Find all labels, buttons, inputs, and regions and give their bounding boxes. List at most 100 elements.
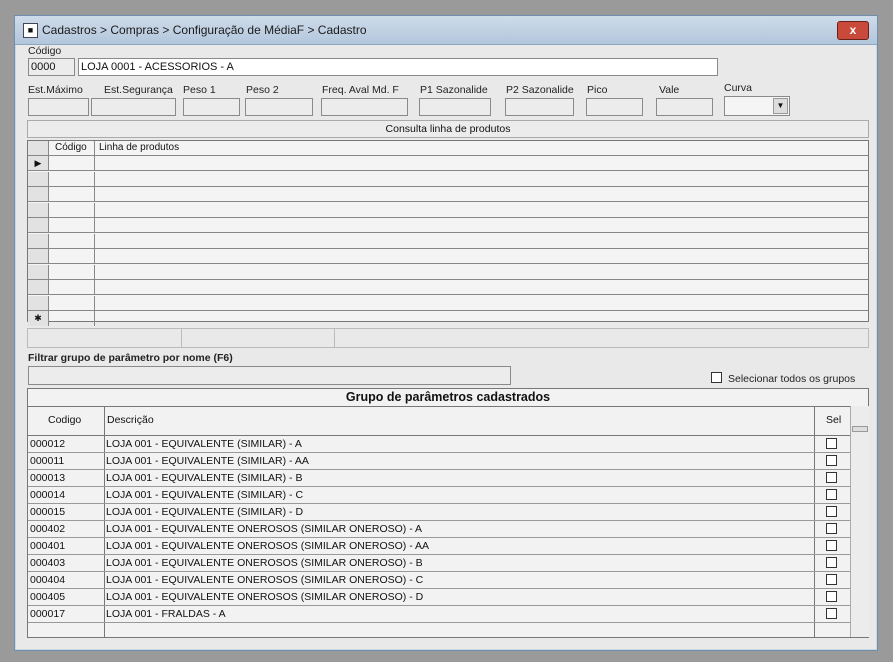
table-row[interactable] — [28, 233, 868, 249]
status-panel-2 — [181, 329, 335, 347]
select-all-checkbox[interactable] — [711, 372, 722, 383]
row-selector[interactable] — [28, 187, 49, 201]
row-select-checkbox[interactable] — [826, 540, 837, 551]
pico-field[interactable] — [586, 98, 643, 116]
cell-codigo[interactable] — [49, 171, 95, 186]
table-row[interactable]: 000015 LOJA 001 - EQUIVALENTE (SIMILAR) -… — [28, 504, 850, 521]
cell-codigo: 000011 — [30, 455, 65, 467]
peso1-field[interactable] — [183, 98, 240, 116]
row-selector[interactable] — [28, 202, 49, 217]
status-bar — [27, 328, 869, 348]
table-row[interactable]: 000013 LOJA 001 - EQUIVALENTE (SIMILAR) -… — [28, 470, 850, 487]
cell-descricao: LOJA 001 - EQUIVALENTE ONEROSOS (SIMILAR… — [106, 574, 424, 586]
cell-descricao: LOJA 001 - EQUIVALENTE (SIMILAR) - C — [106, 489, 304, 501]
table-row[interactable] — [28, 249, 868, 264]
cell-codigo[interactable] — [49, 202, 95, 217]
cell-codigo: 000402 — [30, 523, 66, 535]
cell-codigo: 000012 — [30, 438, 66, 450]
row-select-checkbox[interactable] — [826, 557, 837, 568]
descricao-field[interactable]: LOJA 0001 - ACESSORIOS - A — [78, 58, 718, 76]
row-select-checkbox[interactable] — [826, 472, 837, 483]
cell-codigo[interactable] — [49, 264, 95, 279]
freq-aval-label: Freq. Aval Md. F — [322, 84, 399, 96]
table-row[interactable] — [28, 202, 868, 218]
table-row[interactable]: ▶ — [28, 156, 868, 171]
row-select-checkbox[interactable] — [826, 523, 837, 534]
cell-codigo: 000013 — [30, 472, 66, 484]
linha-produtos-header: Consulta linha de produtos — [27, 120, 869, 138]
row-selector[interactable] — [28, 218, 49, 232]
row-select-checkbox[interactable] — [826, 455, 837, 466]
freq-aval-field[interactable] — [321, 98, 408, 116]
col-codigo-header[interactable]: Codigo — [48, 414, 81, 426]
curva-select[interactable]: ▼ — [724, 96, 790, 116]
table-row[interactable]: 000017 LOJA 001 - FRALDAS - A — [28, 606, 850, 623]
row-select-checkbox[interactable] — [826, 608, 837, 619]
col-sel-header[interactable]: Sel — [826, 414, 841, 426]
vale-field[interactable] — [656, 98, 713, 116]
row-select-checkbox[interactable] — [826, 591, 837, 602]
vertical-scrollbar[interactable] — [850, 406, 869, 637]
row-selector[interactable] — [28, 249, 49, 263]
row-selector-header — [28, 141, 49, 155]
table-row[interactable] — [28, 280, 868, 295]
col-descricao-header[interactable]: Descrição — [107, 414, 154, 426]
new-record-row[interactable]: ✱ — [28, 311, 868, 326]
cell-codigo: 000403 — [30, 557, 66, 569]
cell-descricao: LOJA 001 - EQUIVALENTE ONEROSOS (SIMILAR… — [106, 557, 423, 569]
filtro-input[interactable] — [28, 366, 511, 385]
est-maximo-field[interactable] — [28, 98, 89, 116]
table-row[interactable]: 000404 LOJA 001 - EQUIVALENTE ONEROSOS (S… — [28, 572, 850, 589]
est-seguranca-field[interactable] — [91, 98, 176, 116]
close-button[interactable]: x — [837, 21, 869, 40]
scrollbar-thumb[interactable] — [852, 426, 868, 432]
cell-codigo[interactable] — [49, 187, 95, 201]
peso2-field[interactable] — [245, 98, 313, 116]
select-all-label: Selecionar todos os grupos — [728, 373, 856, 385]
row-select-checkbox[interactable] — [826, 438, 837, 449]
cell-codigo[interactable] — [49, 218, 95, 232]
table-row[interactable]: 000011 LOJA 001 - EQUIVALENTE (SIMILAR) -… — [28, 453, 850, 470]
table-row[interactable] — [28, 264, 868, 280]
table-row[interactable]: 000405 LOJA 001 - EQUIVALENTE ONEROSOS (S… — [28, 589, 850, 606]
cell-codigo[interactable] — [49, 156, 95, 170]
row-select-checkbox[interactable] — [826, 506, 837, 517]
table-row[interactable]: 000014 LOJA 001 - EQUIVALENTE (SIMILAR) -… — [28, 487, 850, 504]
chevron-down-icon[interactable]: ▼ — [773, 98, 788, 114]
cell-codigo: 000401 — [30, 540, 66, 552]
cell-codigo[interactable] — [49, 280, 95, 294]
current-row-indicator[interactable]: ▶ — [28, 156, 49, 170]
table-row[interactable]: 000402 LOJA 001 - EQUIVALENTE ONEROSOS (S… — [28, 521, 850, 538]
row-selector[interactable] — [28, 171, 49, 186]
row-select-checkbox[interactable] — [826, 489, 837, 500]
cell-codigo[interactable] — [49, 311, 95, 326]
p2-sazonalide-field[interactable] — [505, 98, 574, 116]
p1-sazonalide-field[interactable] — [419, 98, 491, 116]
col-linha-header[interactable]: Linha de produtos — [99, 141, 179, 155]
curva-label: Curva — [724, 82, 753, 94]
linha-produtos-grid[interactable]: Código Linha de produtos ▶ ✱ — [27, 140, 869, 326]
col-codigo-header[interactable]: Código — [49, 141, 95, 155]
table-row[interactable]: 000401 LOJA 001 - EQUIVALENTE ONEROSOS (S… — [28, 538, 850, 555]
table-row[interactable] — [28, 295, 868, 311]
row-selector[interactable] — [28, 280, 49, 294]
row-selector[interactable] — [28, 264, 49, 279]
cell-descricao: LOJA 001 - EQUIVALENTE (SIMILAR) - B — [106, 472, 303, 484]
codigo-field[interactable]: 0000 — [28, 58, 75, 76]
cell-codigo[interactable] — [49, 233, 95, 248]
row-select-checkbox[interactable] — [826, 574, 837, 585]
p1-sazonalide-label: P1 Sazonalide — [420, 84, 488, 96]
grupos-grid[interactable]: Grupo de parâmetros cadastrados Codigo D… — [27, 388, 869, 638]
cell-codigo[interactable] — [49, 249, 95, 263]
cell-descricao: LOJA 001 - FRALDAS - A — [106, 608, 226, 620]
table-row[interactable] — [28, 187, 868, 202]
row-selector[interactable] — [28, 233, 49, 248]
cell-descricao: LOJA 001 - EQUIVALENTE (SIMILAR) - AA — [106, 455, 309, 467]
cell-codigo[interactable] — [49, 295, 95, 310]
table-row[interactable]: 000012 LOJA 001 - EQUIVALENTE (SIMILAR) -… — [28, 436, 850, 453]
new-record-icon[interactable]: ✱ — [28, 311, 49, 326]
table-row[interactable] — [28, 171, 868, 187]
table-row[interactable]: 000403 LOJA 001 - EQUIVALENTE ONEROSOS (S… — [28, 555, 850, 572]
row-selector[interactable] — [28, 295, 49, 310]
table-row[interactable] — [28, 218, 868, 233]
